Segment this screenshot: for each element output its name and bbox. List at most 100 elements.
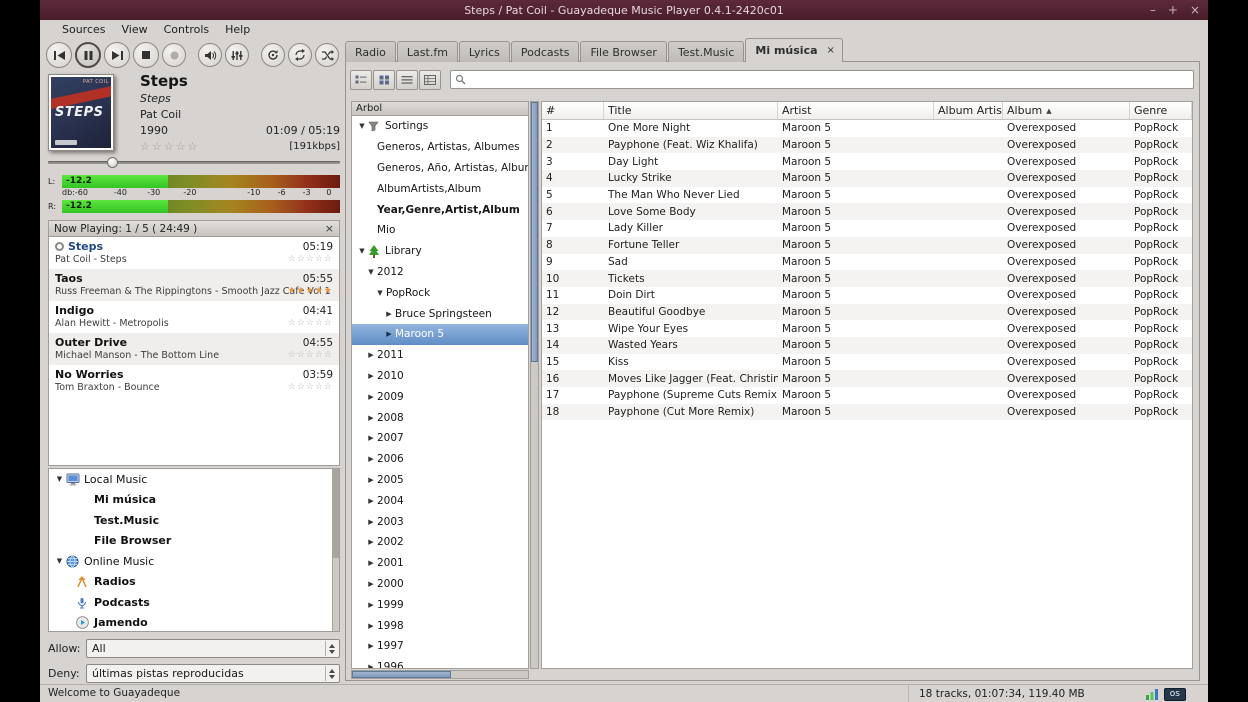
tree-hscroll-thumb[interactable] — [352, 671, 451, 678]
track-rating-stars[interactable]: ☆☆☆☆☆ — [140, 140, 199, 153]
sources-scrollbar-thumb[interactable] — [333, 469, 339, 558]
table-row[interactable]: 4Lucky StrikeMaroon 5OverexposedPopRock — [542, 170, 1192, 187]
tray-os-badge[interactable]: os — [1164, 688, 1186, 701]
view-table-button[interactable] — [419, 70, 441, 90]
tree-item-2006[interactable]: ▶2006 — [352, 449, 528, 470]
titlebar[interactable]: Steps / Pat Coil - Guayadeque Music Play… — [40, 0, 1208, 20]
minimize-button[interactable]: – — [1150, 4, 1156, 16]
table-row[interactable]: 15KissMaroon 5OverexposedPopRock — [542, 354, 1192, 371]
album-art[interactable]: PAT COIL STEPS — [48, 74, 114, 151]
tab-close-icon[interactable]: × — [827, 45, 835, 56]
table-row[interactable]: 3Day LightMaroon 5OverexposedPopRock — [542, 153, 1192, 170]
playlist-item[interactable]: Taos05:55Russ Freeman & The Rippingtons … — [49, 269, 339, 301]
maximize-button[interactable]: + — [1168, 4, 1178, 16]
table-row[interactable]: 2Payphone (Feat. Wiz Khalifa)Maroon 5Ove… — [542, 137, 1192, 154]
tree-item-bruce-springsteen[interactable]: ▶Bruce Springsteen — [352, 303, 528, 324]
tree-item-sortings[interactable]: ▼Sortings — [352, 116, 528, 137]
seek-slider[interactable] — [48, 156, 340, 168]
source-item-local-music[interactable]: ▼Local Music — [49, 469, 339, 490]
menu-sources[interactable]: Sources — [54, 22, 114, 37]
tree-item-mio[interactable]: Mio — [352, 220, 528, 241]
tree-item-2012[interactable]: ▼2012 — [352, 262, 528, 283]
column-header-title[interactable]: Title — [604, 102, 778, 119]
view-covers-button[interactable] — [373, 70, 395, 90]
playlist-item[interactable]: Steps05:19Pat Coil - Steps☆☆☆☆☆ — [49, 237, 339, 269]
tree-item-2008[interactable]: ▶2008 — [352, 407, 528, 428]
shuffle-button[interactable] — [315, 43, 339, 67]
menu-help[interactable]: Help — [217, 22, 258, 37]
tree-item-2010[interactable]: ▶2010 — [352, 366, 528, 387]
rating-stars[interactable]: ★★★★★ — [288, 286, 333, 296]
equalizer-button[interactable] — [225, 43, 249, 67]
library-search-box[interactable] — [450, 70, 1194, 89]
tree-item-2007[interactable]: ▶2007 — [352, 428, 528, 449]
source-item-radios[interactable]: Radios — [49, 572, 339, 593]
table-row[interactable]: 8Fortune TellerMaroon 5OverexposedPopRoc… — [542, 237, 1192, 254]
library-search-input[interactable] — [470, 73, 1189, 86]
table-row[interactable]: 11Doin DirtMaroon 5OverexposedPopRock — [542, 287, 1192, 304]
tree-item-generos-artistas-albumes[interactable]: Generos, Artistas, Albumes — [352, 137, 528, 158]
tab-mi-m-sica[interactable]: Mi música× — [745, 38, 843, 62]
allow-filter-select[interactable]: All — [86, 639, 340, 658]
tree-item-albumartists-album[interactable]: AlbumArtists,Album — [352, 178, 528, 199]
tree-item-2009[interactable]: ▶2009 — [352, 386, 528, 407]
source-item-podcasts[interactable]: Podcasts — [49, 592, 339, 613]
rating-stars[interactable]: ☆☆☆☆☆ — [288, 382, 333, 392]
tree-item-1999[interactable]: ▶1999 — [352, 594, 528, 615]
table-row[interactable]: 16Moves Like Jagger (Feat. Christina AgM… — [542, 370, 1192, 387]
tab-radio[interactable]: Radio — [345, 41, 396, 62]
seek-handle[interactable] — [107, 157, 118, 168]
rating-stars[interactable]: ☆☆☆☆☆ — [288, 254, 333, 264]
record-button[interactable] — [162, 43, 186, 67]
source-item-jamendo[interactable]: Jamendo — [49, 613, 339, 633]
close-window-button[interactable]: × — [1190, 4, 1200, 16]
tree-vertical-scrollbar[interactable] — [530, 101, 539, 669]
playlist-item[interactable]: No Worries03:59Tom Braxton - Bounce☆☆☆☆☆ — [49, 365, 339, 397]
tree-item-2004[interactable]: ▶2004 — [352, 490, 528, 511]
tree-item-2000[interactable]: ▶2000 — [352, 574, 528, 595]
tree-item-1998[interactable]: ▶1998 — [352, 615, 528, 636]
table-row[interactable]: 6Love Some BodyMaroon 5OverexposedPopRoc… — [542, 203, 1192, 220]
table-row[interactable]: 13Wipe Your EyesMaroon 5OverexposedPopRo… — [542, 320, 1192, 337]
spinner-arrows-icon[interactable] — [325, 641, 338, 656]
tree-item-generos-a-o-artistas-albumes[interactable]: Generos, Año, Artistas, Albumes — [352, 158, 528, 179]
table-row[interactable]: 17Payphone (Supreme Cuts Remix)Maroon 5O… — [542, 387, 1192, 404]
playlist-item[interactable]: Outer Drive04:55Michael Manson - The Bot… — [49, 333, 339, 365]
tab-file-browser[interactable]: File Browser — [580, 41, 666, 62]
menu-view[interactable]: View — [114, 22, 156, 37]
pause-button[interactable] — [75, 42, 101, 68]
table-row[interactable]: 1One More NightMaroon 5OverexposedPopRoc… — [542, 120, 1192, 137]
tree-item-2001[interactable]: ▶2001 — [352, 553, 528, 574]
tree-item-2011[interactable]: ▶2011 — [352, 345, 528, 366]
tree-item-2005[interactable]: ▶2005 — [352, 470, 528, 491]
column-header-album-artist[interactable]: Album Artist — [934, 102, 1003, 119]
source-item-online-music[interactable]: ▼Online Music — [49, 551, 339, 572]
spinner-arrows-icon[interactable] — [325, 666, 338, 681]
tree-item-2002[interactable]: ▶2002 — [352, 532, 528, 553]
tree-item-1997[interactable]: ▶1997 — [352, 636, 528, 657]
table-row[interactable]: 5The Man Who Never LiedMaroon 5Overexpos… — [542, 187, 1192, 204]
now-playing-close-icon[interactable]: × — [325, 222, 334, 235]
previous-track-button[interactable] — [46, 42, 72, 68]
tab-last-fm[interactable]: Last.fm — [397, 41, 458, 62]
table-row[interactable]: 12Beautiful GoodbyeMaroon 5OverexposedPo… — [542, 304, 1192, 321]
tree-item-library[interactable]: ▼Library — [352, 241, 528, 262]
menu-controls[interactable]: Controls — [156, 22, 218, 37]
tree-header[interactable]: Arbol — [351, 101, 529, 116]
view-list-button[interactable] — [396, 70, 418, 90]
tab-podcasts[interactable]: Podcasts — [511, 41, 580, 62]
tree-vscroll-thumb[interactable] — [531, 102, 538, 362]
repeat-button[interactable] — [288, 43, 312, 67]
smart-mode-button[interactable] — [261, 43, 285, 67]
source-item-mi-m-sica[interactable]: Mi música — [49, 490, 339, 511]
playlist-item[interactable]: Indigo04:41Alan Hewitt - Metropolis☆☆☆☆☆ — [49, 301, 339, 333]
table-row[interactable]: 10TicketsMaroon 5OverexposedPopRock — [542, 270, 1192, 287]
table-row[interactable]: 7Lady KillerMaroon 5OverexposedPopRock — [542, 220, 1192, 237]
column-header-album[interactable]: Album▲ — [1003, 102, 1130, 119]
tree-item-maroon-5[interactable]: ▶Maroon 5 — [352, 324, 528, 345]
view-albums-button[interactable] — [350, 70, 372, 90]
table-row[interactable]: 14Wasted YearsMaroon 5OverexposedPopRock — [542, 337, 1192, 354]
tab-test-music[interactable]: Test.Music — [668, 41, 744, 62]
tree-horizontal-scrollbar[interactable] — [351, 670, 529, 679]
table-row[interactable]: 18Payphone (Cut More Remix)Maroon 5Overe… — [542, 404, 1192, 421]
